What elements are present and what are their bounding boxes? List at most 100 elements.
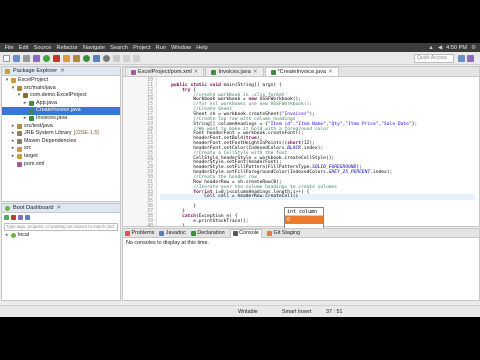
close-icon[interactable]: ✕ — [194, 68, 199, 77]
package-explorer-title[interactable]: Package Explorer — [13, 68, 57, 74]
network-icon[interactable]: ▲ — [428, 45, 434, 51]
tree-item[interactable]: ▾ ExcelProject — [2, 77, 120, 85]
code-area[interactable]: public static void main(String[] args) {… — [160, 77, 475, 226]
expand-icon[interactable]: ▸ — [23, 115, 27, 123]
tree-item[interactable]: pom.xml — [2, 161, 120, 169]
tree-item[interactable]: ▸ App.java — [2, 100, 120, 108]
menu-search[interactable]: Search — [110, 45, 128, 51]
new-class-icon[interactable] — [83, 54, 90, 62]
menu-run[interactable]: Run — [156, 45, 166, 51]
debug-perspective-icon[interactable] — [467, 55, 474, 62]
package-explorer-header: Package Explorer ✕ — [2, 67, 120, 76]
tab-problems[interactable]: Problems — [125, 230, 154, 236]
debug-icon[interactable] — [33, 54, 40, 62]
package-explorer-icon — [5, 68, 10, 74]
console-message: No consoles to display at this time. — [126, 240, 209, 246]
eclipse-window: File Edit Source Refactor Navigate Searc… — [0, 43, 480, 317]
close-icon[interactable]: ✕ — [328, 68, 333, 77]
expand-icon[interactable]: ▸ — [11, 145, 15, 153]
status-cursor-position: 37 : 51 — [326, 308, 343, 315]
tree-item[interactable]: ▸ Invoices.java — [2, 115, 120, 123]
tree-item[interactable]: ▸ JRE System Library [J2SE-1.5] — [2, 130, 120, 138]
boot-dashboard-filter-input[interactable]: Type tags, projects, or working set name… — [4, 223, 118, 231]
run-icon[interactable] — [43, 54, 50, 62]
file-icon — [17, 154, 22, 160]
tree-item[interactable]: CreateInvoice.java — [2, 107, 120, 115]
tree-item-suffix: [J2SE-1.5] — [73, 130, 99, 137]
quick-access-input[interactable]: Quick Access — [414, 54, 454, 63]
package-tree: ▾ ExcelProject ▾ src/main/java ▾ com.demo.Exc… — [2, 76, 120, 168]
new-icon[interactable] — [3, 54, 10, 62]
menu-edit[interactable]: Edit — [19, 45, 29, 51]
tree-item-label: JRE System Library — [24, 130, 72, 137]
close-icon[interactable]: ✕ — [253, 68, 258, 77]
tab-declaration[interactable]: Declaration — [190, 230, 225, 236]
expand-icon[interactable]: ▸ — [5, 232, 9, 240]
boot-dashboard-title[interactable]: Boot Dashboard — [13, 205, 53, 211]
menu-project[interactable]: Project — [133, 45, 150, 51]
tab-label: Invoices.java — [218, 68, 251, 75]
tree-item[interactable]: ▸ Maven Dependencies — [2, 138, 120, 146]
tab-git-staging[interactable]: Git Staging — [266, 230, 300, 236]
status-writable: Writable — [238, 308, 258, 315]
autocomplete-suggestion-selected[interactable]: 0 — [285, 216, 323, 224]
expand-icon[interactable]: ▸ — [11, 123, 15, 131]
new-java-project-icon[interactable] — [63, 54, 70, 62]
expand-icon[interactable]: ▸ — [11, 130, 15, 138]
close-icon[interactable]: ✕ — [56, 205, 61, 211]
tab-console[interactable]: Console — [229, 228, 262, 238]
git-staging-icon — [266, 230, 272, 236]
volume-icon[interactable]: ◀ — [438, 45, 442, 51]
tab-label: *CreateInvoice.java — [277, 68, 327, 75]
tree-item[interactable]: ▾ com.demo.ExcelProject — [2, 92, 120, 100]
settings-icon[interactable]: ⚙ — [471, 45, 476, 51]
menu-navigate[interactable]: Navigate — [83, 45, 105, 51]
file-icon — [17, 123, 22, 129]
tree-item[interactable]: ▸ src/test/java — [2, 123, 120, 131]
search-icon[interactable] — [103, 54, 110, 62]
file-icon — [17, 161, 22, 167]
file-icon — [29, 101, 34, 107]
spring-boot-icon — [5, 205, 10, 211]
tab-editor-file[interactable]: *CreateInvoice.java ✕ — [264, 67, 339, 77]
file-icon — [29, 116, 34, 122]
tree-item[interactable]: ▸ target — [2, 153, 120, 161]
expand-icon[interactable]: ▸ — [11, 153, 15, 161]
tree-item-label: pom.xml — [24, 160, 45, 167]
refresh-icon[interactable] — [4, 215, 9, 220]
menu-help[interactable]: Help — [196, 45, 208, 51]
save-icon[interactable] — [13, 54, 20, 62]
menu-window[interactable]: Window — [171, 45, 191, 51]
menu-refactor[interactable]: Refactor — [57, 45, 78, 51]
external-tools-icon[interactable] — [53, 54, 60, 62]
tree-item[interactable]: ▾ src/main/java — [2, 85, 120, 93]
tab-editor-file[interactable]: Invoices.java ✕ — [205, 67, 264, 77]
open-browser-icon[interactable] — [25, 215, 30, 220]
menu-source[interactable]: Source — [34, 45, 52, 51]
stop-icon[interactable] — [11, 215, 16, 220]
open-type-icon[interactable] — [93, 54, 100, 62]
close-icon[interactable]: ✕ — [60, 68, 65, 74]
annotation-icon[interactable] — [113, 54, 120, 62]
line-number-gutter: 10 11 12 13 14 15 16 17 18 19 20 21 22 23 24 25 26 27 28 29… — [123, 77, 157, 229]
new-package-icon[interactable] — [73, 54, 80, 62]
java-perspective-icon[interactable] — [458, 55, 465, 62]
expand-icon[interactable]: ▸ — [11, 138, 15, 146]
expand-icon[interactable]: ▾ — [17, 92, 21, 100]
forward-icon[interactable] — [133, 54, 140, 62]
back-icon[interactable] — [123, 54, 130, 62]
local-target-icon — [11, 233, 16, 239]
tree-item[interactable]: ▸ src — [2, 145, 120, 153]
expand-icon[interactable]: ▾ — [11, 85, 15, 93]
debug-icon[interactable] — [18, 215, 23, 220]
expand-icon[interactable]: ▾ — [5, 77, 9, 85]
problems-icon — [125, 230, 130, 236]
menu-file[interactable]: File — [5, 45, 14, 51]
print-icon[interactable] — [23, 54, 30, 62]
autocomplete-suggestion[interactable]: int column — [285, 208, 323, 216]
declaration-icon — [190, 230, 196, 236]
tab-editor-file[interactable]: ExcelProject/pom.xml ✕ — [125, 67, 205, 77]
tab-javadoc[interactable]: Javadoc — [159, 230, 186, 236]
boot-dashboard-item[interactable]: ▸ local — [2, 232, 120, 240]
expand-icon[interactable]: ▸ — [23, 100, 27, 108]
